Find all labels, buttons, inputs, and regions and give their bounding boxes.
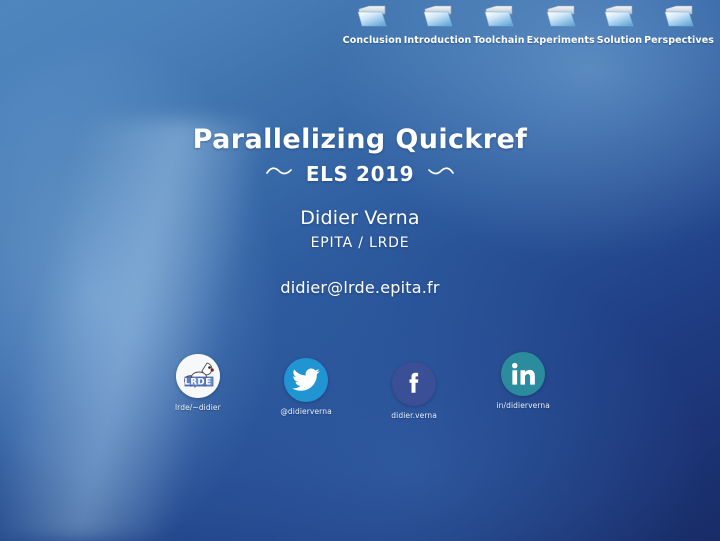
social-links-row: LRDE lrde/~didier @didierverna didier.ve…	[175, 352, 550, 421]
page-subtitle: ELS 2019	[305, 162, 415, 186]
title-block: Parallelizing Quickref ELS 2019	[0, 124, 720, 186]
page-title: Parallelizing Quickref	[192, 124, 528, 155]
swash-left-icon	[265, 164, 295, 184]
nav-item-label: Experiments	[526, 35, 595, 46]
nav-item-label: Introduction	[403, 35, 472, 46]
lrde-logo-icon: LRDE	[175, 354, 220, 398]
social-link-twitter[interactable]: @didierverna	[280, 358, 332, 417]
section-navigation-bar: Conclusion Introduction Toolchain Experi…	[342, 4, 715, 46]
nav-item-label: Toolchain	[473, 35, 525, 46]
twitter-bird-icon	[284, 358, 329, 402]
swash-right-icon	[425, 164, 455, 184]
folder-icon	[481, 4, 517, 34]
nav-item-perspectives[interactable]: Perspectives	[643, 4, 715, 46]
nav-item-experiments[interactable]: Experiments	[526, 4, 596, 46]
author-affiliation: EPITA / LRDE	[310, 235, 410, 251]
folder-icon	[354, 4, 390, 34]
social-link-label: @didierverna	[280, 407, 332, 416]
presentation-slide: Conclusion Introduction Toolchain Experi…	[0, 0, 720, 541]
social-link-lrde[interactable]: LRDE lrde/~didier	[175, 354, 221, 413]
author-name: Didier Verna	[300, 207, 420, 229]
social-link-label: didier.verna	[391, 411, 437, 420]
nav-item-label: Solution	[596, 35, 643, 46]
nav-item-solution[interactable]: Solution	[596, 4, 643, 46]
subtitle-row: ELS 2019	[0, 162, 720, 186]
nav-item-conclusion[interactable]: Conclusion	[342, 4, 403, 46]
nav-item-toolchain[interactable]: Toolchain	[472, 4, 525, 46]
nav-item-label: Conclusion	[342, 35, 402, 46]
social-link-label: lrde/~didier	[175, 403, 221, 412]
folder-icon	[420, 4, 456, 34]
author-email[interactable]: didier@lrde.epita.fr	[0, 278, 720, 298]
svg-text:LRDE: LRDE	[184, 378, 211, 388]
folder-icon	[661, 4, 697, 34]
social-link-linkedin[interactable]: in/didierverna	[496, 352, 550, 411]
social-link-facebook[interactable]: didier.verna	[391, 362, 437, 421]
author-block: Didier Verna EPITA / LRDE didier@lrde.ep…	[0, 206, 720, 298]
social-link-label: in/didierverna	[496, 401, 550, 410]
folder-icon	[543, 4, 579, 34]
facebook-f-icon	[392, 362, 437, 406]
nav-item-introduction[interactable]: Introduction	[403, 4, 473, 46]
nav-item-label: Perspectives	[644, 35, 714, 46]
linkedin-in-icon	[501, 352, 546, 396]
folder-icon	[601, 4, 637, 34]
